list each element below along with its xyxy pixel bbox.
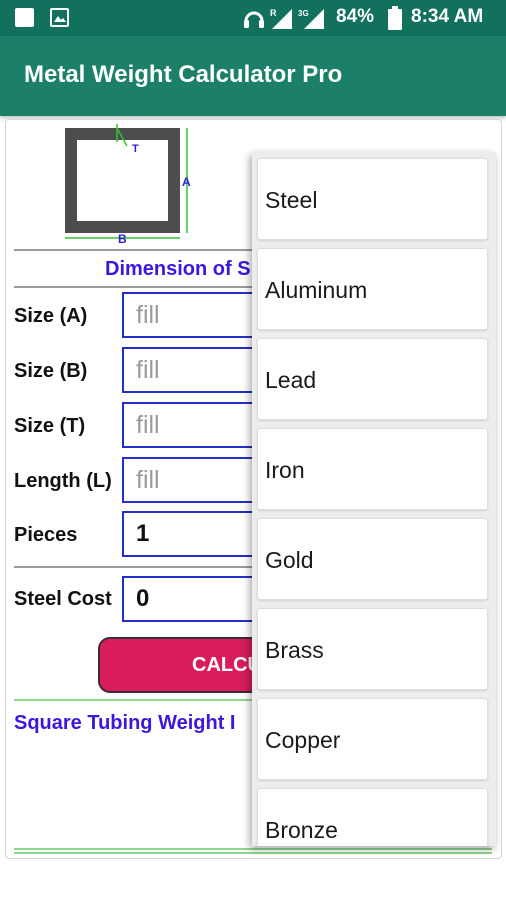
dropdown-option-aluminum[interactable]: Aluminum <box>257 248 488 330</box>
size-a-label: Size (A) <box>14 305 88 327</box>
dropdown-option-bronze[interactable]: Bronze <box>257 788 488 846</box>
dropdown-option-lead[interactable]: Lead <box>257 338 488 420</box>
metal-dropdown-list[interactable]: Steel Aluminum Lead Iron Gold Brass Copp… <box>252 152 496 846</box>
image-icon <box>50 8 69 27</box>
notification-icon <box>15 8 34 27</box>
result-title: Square Tubing Weight I <box>14 712 236 734</box>
dropdown-option-gold[interactable]: Gold <box>257 518 488 600</box>
battery-percent: 84% <box>336 6 375 27</box>
signal-roaming-icon: R <box>270 8 292 29</box>
dropdown-option-iron[interactable]: Iron <box>257 428 488 510</box>
screen: R 3G 84% 8:34 AM Metal Weight Calculator… <box>0 0 506 900</box>
svg-text:A: A <box>182 175 191 189</box>
app-title: Metal Weight Calculator Pro <box>24 61 343 88</box>
option-label: Brass <box>265 637 324 663</box>
svg-text:B: B <box>118 232 127 246</box>
app-bar: Metal Weight Calculator Pro <box>0 36 506 116</box>
headset-icon <box>244 11 264 28</box>
dropdown-option-copper[interactable]: Copper <box>257 698 488 780</box>
option-label: Iron <box>265 457 305 483</box>
option-label: Steel <box>265 187 318 213</box>
battery-icon <box>388 6 402 30</box>
svg-text:T: T <box>132 143 139 155</box>
pieces-label: Pieces <box>14 524 78 546</box>
svg-text:R: R <box>270 8 277 18</box>
option-label: Gold <box>265 547 314 573</box>
option-label: Bronze <box>265 817 338 843</box>
length-label: Length (L) <box>14 470 112 492</box>
option-label: Copper <box>265 727 341 753</box>
clock: 8:34 AM <box>411 6 484 27</box>
dropdown-option-brass[interactable]: Brass <box>257 608 488 690</box>
signal-3g-icon: 3G <box>298 9 324 29</box>
dropdown-option-steel[interactable]: Steel <box>257 158 488 240</box>
cost-label: Steel Cost <box>14 588 112 610</box>
square-tube-diagram: A B T <box>65 124 191 246</box>
section-heading: Dimension of S <box>105 258 251 280</box>
size-t-label: Size (T) <box>14 415 86 437</box>
divider <box>14 848 492 850</box>
option-label: Aluminum <box>265 277 368 303</box>
divider <box>14 852 492 854</box>
option-label: Lead <box>265 367 317 393</box>
svg-text:3G: 3G <box>298 9 309 18</box>
size-b-label: Size (B) <box>14 360 88 382</box>
status-bar: R 3G 84% 8:34 AM <box>0 0 506 36</box>
